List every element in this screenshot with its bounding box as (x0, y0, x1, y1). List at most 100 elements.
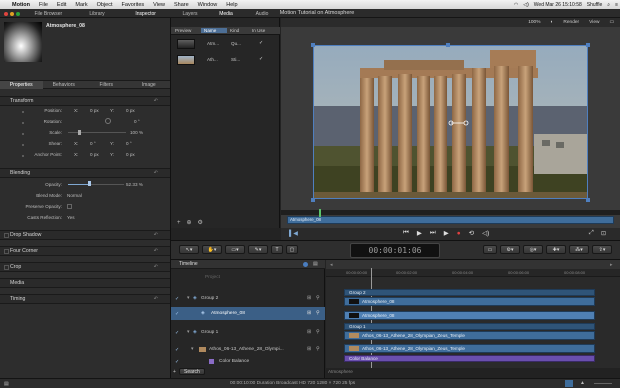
col-kind[interactable]: Kind (227, 28, 249, 33)
section-crop[interactable]: Crop ↶ (0, 262, 170, 272)
clip-athos-2[interactable]: Athos_06-13_Athene_28_Olympian_Zeus_Temp… (344, 344, 595, 353)
preserve-opacity-checkbox[interactable] (67, 204, 72, 209)
rotation-dial[interactable] (105, 118, 111, 124)
tab-file-browser[interactable]: File Browser (24, 11, 73, 17)
layer-row-group1[interactable]: ✓ ▾ ◈ Group 1 ⊞ ⚲ (171, 326, 325, 339)
zoom-slider-icon[interactable]: ▲ (580, 380, 585, 386)
status-left-icon[interactable]: ▤ (4, 381, 9, 387)
tab-layers[interactable]: Layers (172, 11, 208, 17)
mini-timeline-ruler[interactable] (281, 210, 620, 215)
section-transform[interactable]: Transform ↶ (0, 96, 170, 106)
casts-reflection-select[interactable]: Yes (67, 215, 75, 220)
col-name[interactable]: Name (201, 28, 227, 33)
clip-atmosphere-2[interactable]: Atmosphere_08 (344, 311, 595, 320)
mask-tool-button[interactable]: ▢ (286, 245, 298, 254)
audio-icon[interactable]: ◁) (482, 229, 489, 237)
menu-mark[interactable]: Mark (75, 2, 87, 8)
zoom-slider[interactable] (594, 383, 612, 384)
canvas-handle[interactable] (311, 43, 315, 47)
shear-x-field[interactable]: 0 ° (90, 141, 96, 146)
layer-row-group2[interactable]: ✓ ▾ ◈ Group 2 ⊞ ⚲ (171, 292, 325, 305)
position-y-field[interactable]: 0 px (126, 108, 135, 113)
position-x-field[interactable]: 0 px (90, 108, 99, 113)
canvas-handle[interactable] (311, 198, 315, 202)
menu-object[interactable]: Object (97, 2, 113, 8)
keyframe-dot[interactable] (22, 111, 24, 113)
tab-library[interactable]: Library (73, 11, 122, 17)
menu-share[interactable]: Share (174, 2, 189, 8)
layer-enable-check-icon[interactable]: ✓ (175, 359, 179, 365)
reset-icon[interactable]: ↶ (154, 232, 158, 238)
scale-field[interactable]: 100 % (130, 130, 143, 135)
select-tool-button[interactable]: ↖▾ (179, 245, 199, 254)
import-icon[interactable]: ⊕ (187, 219, 192, 226)
shape-tool-button[interactable]: ▭▾ (225, 245, 245, 254)
menu-help[interactable]: Help (226, 2, 237, 8)
minimize-button[interactable] (10, 12, 14, 16)
section-four-corner[interactable]: Four Corner ↶ (0, 246, 170, 256)
search-icon[interactable]: ⌕ (607, 2, 610, 8)
clip-atmosphere-1[interactable]: Atmosphere_08 (344, 297, 595, 306)
lock-icon[interactable]: ⊞ (307, 330, 311, 335)
canvas-handle[interactable] (446, 43, 450, 47)
layer-enable-check-icon[interactable]: ✓ (175, 347, 179, 353)
zoom-in-icon[interactable]: ▸ (610, 262, 613, 268)
opacity-slider-thumb[interactable] (88, 181, 91, 186)
timeline-scrollbar[interactable]: Atmosphere (326, 368, 620, 378)
notifications-icon[interactable]: ≡ (615, 2, 618, 8)
options-icon[interactable]: ▤ (313, 261, 318, 267)
fullscreen-icon[interactable]: ⊡ (601, 230, 606, 237)
play-icon[interactable]: ▶ (417, 229, 422, 237)
reset-icon[interactable]: ↶ (154, 248, 158, 254)
lock-icon[interactable]: ⊞ (307, 347, 311, 352)
disclosure-icon[interactable]: ▾ (187, 330, 189, 335)
clip-athos-1[interactable]: Athos_06-13_Athene_28_Olympian_Zeus_Temp… (344, 331, 595, 340)
drop-shadow-checkbox[interactable] (4, 232, 9, 238)
section-drop-shadow[interactable]: Drop Shadow ↶ (0, 230, 170, 240)
status-view-icon[interactable] (565, 380, 573, 387)
clip-group2[interactable]: Group 2 (344, 289, 595, 296)
user-menu[interactable]: Shuffle (587, 2, 602, 8)
menu-edit[interactable]: Edit (57, 2, 66, 8)
timeline-search-button[interactable]: Search (178, 368, 205, 375)
opacity-field[interactable]: 52.33 % (126, 182, 143, 187)
lock-icon[interactable]: ⊞ (307, 296, 311, 301)
add-icon[interactable]: + (177, 220, 181, 226)
tab-inspector[interactable]: Inspector (121, 11, 170, 17)
layer-enable-check-icon[interactable]: ✓ (175, 296, 179, 302)
col-in-use[interactable]: In Use (249, 28, 275, 33)
tab-behaviors[interactable]: Behaviors (43, 82, 86, 88)
reset-icon[interactable]: ↶ (154, 170, 158, 176)
close-button[interactable] (4, 12, 8, 16)
playhead-marker[interactable] (319, 209, 321, 217)
play-full-icon[interactable]: ▶ (444, 229, 449, 237)
menu-file[interactable]: File (39, 2, 48, 8)
reset-icon[interactable]: ↶ (154, 264, 158, 270)
tab-image[interactable]: Image (128, 82, 171, 88)
generators-button[interactable]: ✚▾ (546, 245, 566, 254)
render-menu[interactable]: Render (563, 20, 579, 25)
blend-mode-select[interactable]: Normal (67, 193, 82, 198)
shear-y-field[interactable]: 0 ° (126, 141, 132, 146)
view-menu[interactable]: View (589, 20, 599, 25)
canvas-handle[interactable] (586, 43, 590, 47)
in-point-icon[interactable]: ▌◀ (289, 230, 298, 237)
clip-group1[interactable]: Group 1 (344, 323, 595, 330)
loop-icon[interactable]: ⟲ (469, 229, 474, 237)
timecode-display[interactable]: 00:00:01:06 (350, 243, 440, 258)
list-item[interactable]: Ath... Sti... ✓ (171, 52, 280, 68)
timeline-toggle-button[interactable]: ▭ (483, 245, 497, 254)
canvas-handle[interactable] (586, 198, 590, 202)
layout-icon[interactable]: ▭ (609, 20, 614, 25)
link-icon[interactable]: ⚲ (316, 347, 320, 352)
keyframe-dot[interactable] (22, 144, 24, 146)
disclosure-icon[interactable]: ▾ (191, 347, 193, 352)
four-corner-checkbox[interactable] (4, 248, 9, 254)
keyframe-dot[interactable] (22, 133, 24, 135)
disclosure-icon[interactable]: ▾ (187, 296, 189, 301)
expand-icon[interactable]: ⤢ (589, 230, 594, 237)
view-toggle-icon[interactable] (303, 262, 308, 267)
section-media[interactable]: Media (0, 278, 170, 288)
zoom-select[interactable]: 100% (528, 20, 540, 25)
tab-filters[interactable]: Filters (85, 82, 128, 88)
